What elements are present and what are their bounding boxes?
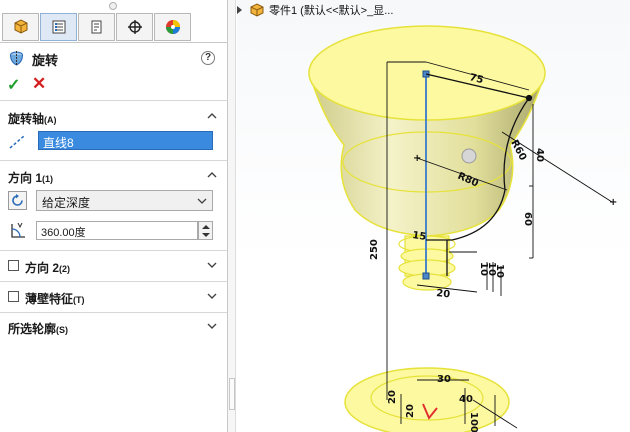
section-selected-contours-header[interactable]: 所选轮廓(S) — [0, 317, 227, 337]
spin-up-arrow-icon[interactable] — [202, 225, 210, 229]
section-axis-header[interactable]: 旋转轴(A) — [0, 107, 227, 127]
chevron-down-icon[interactable] — [206, 290, 218, 302]
graphics-area[interactable]: 零件1 (默认<<默认>_显... + + 75 40 R60 R80 60 2… — [237, 0, 630, 432]
section-thin-feature-label: 薄壁特征(T) — [25, 292, 85, 306]
angle-spinner[interactable] — [198, 221, 213, 240]
base-face[interactable] — [344, 367, 510, 432]
divider — [0, 100, 227, 101]
divider — [0, 250, 227, 251]
axis-selection-field[interactable]: 直线8 — [38, 131, 213, 150]
dim-base-20[interactable]: 20 — [436, 288, 451, 300]
reverse-direction-button[interactable] — [8, 191, 27, 210]
dim-overall-height[interactable]: 250 — [369, 239, 380, 260]
dim-base-15[interactable]: 15 — [412, 230, 427, 243]
dim-bottom-30[interactable]: 30 — [437, 374, 451, 385]
divider — [0, 160, 227, 161]
configuration-icon — [91, 20, 101, 34]
dim-base-10c[interactable]: 10 — [494, 264, 505, 278]
end-condition-select[interactable]: 给定深度 — [36, 190, 213, 211]
manager-tab-bar — [0, 13, 227, 43]
chevron-down-icon — [197, 198, 207, 204]
dim-bottom-20b[interactable]: 20 — [405, 404, 416, 418]
dim-bottom-100[interactable]: 100 — [468, 412, 479, 432]
chevron-down-icon[interactable] — [206, 320, 218, 332]
dim-bottom-20[interactable]: 20 — [387, 390, 398, 404]
end-condition-value: 给定深度 — [42, 196, 91, 210]
angle-input[interactable]: 360.00度 — [36, 221, 198, 240]
tab-configuration-manager[interactable] — [78, 13, 115, 41]
thin-feature-checkbox[interactable] — [8, 291, 19, 302]
feature-tree-icon — [14, 19, 27, 34]
cancel-button[interactable]: ✕ — [32, 74, 46, 94]
spin-down-arrow-icon[interactable] — [202, 233, 210, 237]
center-mark: + — [609, 197, 617, 208]
section-thin-feature-header[interactable]: 薄壁特征(T) — [0, 287, 227, 307]
dim-height-upper[interactable]: 40 — [534, 148, 545, 162]
tab-display-manager[interactable] — [154, 13, 191, 41]
chevron-up-icon[interactable] — [206, 110, 218, 122]
section-direction1-label: 方向 1(1) — [8, 171, 54, 185]
divider — [0, 281, 227, 282]
panel-grip-handle[interactable] — [109, 2, 117, 10]
model-viewport[interactable]: + + 75 40 R60 R80 60 250 15 10 10 10 20 … — [237, 0, 630, 432]
panel-scrollbar[interactable] — [228, 0, 236, 432]
feature-title-row: 旋转 ? — [0, 46, 227, 70]
section-axis-label: 旋转轴(A) — [8, 112, 57, 126]
chevron-down-icon[interactable] — [206, 259, 218, 271]
chevron-up-icon[interactable] — [206, 169, 218, 181]
revolve-icon — [10, 51, 23, 66]
tab-feature-manager[interactable] — [2, 13, 39, 41]
center-mark: + — [413, 153, 421, 164]
axis-line-icon — [9, 135, 25, 149]
dim-bottom-40[interactable]: 40 — [459, 394, 473, 405]
rotation-center-icon — [461, 148, 477, 164]
property-manager-icon — [52, 20, 65, 34]
appearance-icon — [165, 20, 180, 34]
section-selected-contours-label: 所选轮廓(S) — [8, 322, 69, 336]
direction2-checkbox[interactable] — [8, 260, 19, 271]
reverse-direction-icon — [12, 194, 23, 206]
angle-icon — [11, 222, 25, 238]
panel-scrollbar-thumb[interactable] — [229, 378, 235, 410]
section-direction1-header[interactable]: 方向 1(1) — [0, 166, 227, 186]
dim-height-lower[interactable]: 60 — [522, 212, 533, 226]
section-direction2-label: 方向 2(2) — [25, 261, 71, 275]
ok-button[interactable]: ✓ — [7, 75, 20, 95]
feature-title: 旋转 — [32, 53, 59, 68]
tab-property-manager[interactable] — [40, 13, 77, 41]
section-direction2-header[interactable]: 方向 2(2) — [0, 256, 227, 276]
property-manager-panel: 旋转 ? ✓ ✕ 旋转轴(A) 直线8 方向 1(1) 给定深度 360.00度 — [0, 0, 228, 432]
dimxpert-icon — [127, 20, 142, 34]
tab-dimxpert-manager[interactable] — [116, 13, 153, 41]
divider — [0, 312, 227, 313]
help-icon[interactable]: ? — [201, 51, 215, 65]
